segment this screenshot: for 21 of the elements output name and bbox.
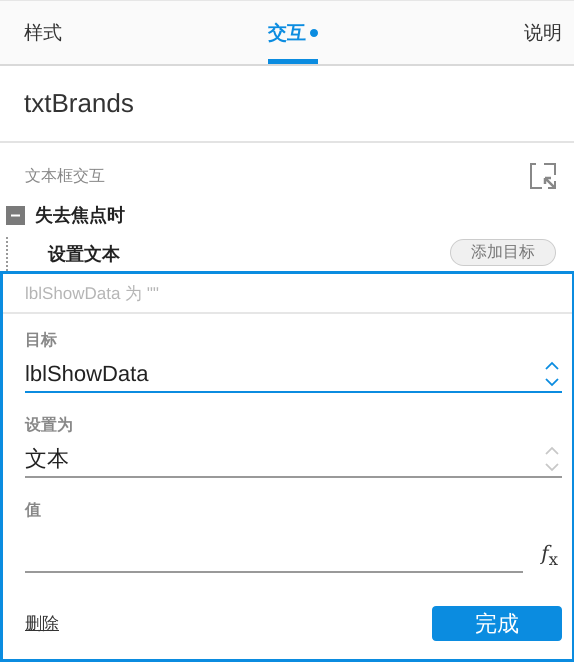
- tab[interactable]: 说明: [524, 1, 562, 64]
- add-target-button[interactable]: 添加目标: [450, 238, 556, 266]
- field-label: 值: [25, 501, 42, 521]
- collapse-panel-icon[interactable]: [530, 163, 556, 189]
- field-label: 设置为: [25, 416, 74, 436]
- select-field[interactable]: lblShowData: [25, 357, 562, 393]
- section-title: 文本框交互: [25, 166, 105, 186]
- event-label: 失去焦点时: [35, 204, 125, 227]
- stepper-icon: [544, 361, 560, 387]
- stepper-icon: [544, 446, 560, 472]
- select-field[interactable]: 文本: [25, 442, 562, 478]
- action-label[interactable]: 设置文本: [48, 242, 120, 266]
- tab[interactable]: 样式: [24, 1, 62, 64]
- widget-name: txtBrands: [24, 88, 134, 119]
- modified-dot-icon: [310, 28, 318, 36]
- formula-button[interactable]: f$_{x}$: [537, 541, 562, 569]
- done-button[interactable]: 完成: [432, 606, 562, 641]
- delete-link[interactable]: 删除: [25, 612, 59, 635]
- field-label: 目标: [25, 330, 58, 351]
- collapse-toggle[interactable]: [6, 206, 25, 224]
- action-summary: lblShowData 为 "": [25, 282, 159, 304]
